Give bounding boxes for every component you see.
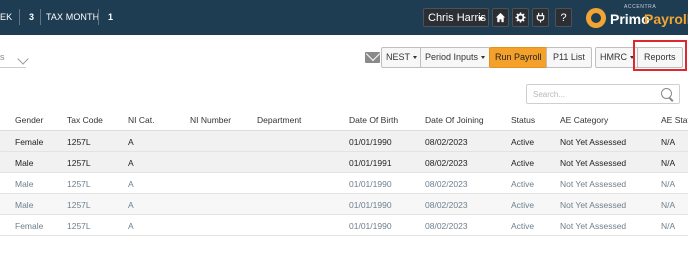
column-header-ae-category[interactable]: AE Category <box>560 115 608 125</box>
cell-ae-category: Not Yet Assessed <box>560 158 627 168</box>
caret-down-icon <box>478 17 484 21</box>
search-placeholder: Search... <box>533 90 566 99</box>
cell-ni-cat: A <box>128 221 134 231</box>
cell-ni-cat: A <box>128 200 134 210</box>
cell-gender: Female <box>15 137 44 147</box>
cell-status: Active <box>511 179 535 189</box>
search-input[interactable]: Search... <box>526 84 680 104</box>
cell-tax-code: 1257L <box>67 137 91 147</box>
cell-gender: Female <box>15 221 44 231</box>
integrations-button[interactable] <box>532 8 549 27</box>
cell-date-of-birth: 01/01/1991 <box>349 158 392 168</box>
nest-label: NEST <box>386 52 411 62</box>
divider <box>19 9 20 25</box>
week-label: EK <box>0 12 13 22</box>
cell-date-of-joining: 08/02/2023 <box>425 137 468 147</box>
search-icon[interactable] <box>661 88 672 99</box>
plug-icon <box>536 12 545 23</box>
column-header-department[interactable]: Department <box>257 115 301 125</box>
table-row[interactable]: Male 1257L A 01/01/1990 08/02/2023 Activ… <box>0 173 688 194</box>
divider <box>98 9 99 25</box>
cell-ae-status: N/A <box>661 179 676 189</box>
cell-ae-category: Not Yet Assessed <box>560 200 627 210</box>
reports-highlight-box <box>633 40 687 71</box>
cell-ae-category: Not Yet Assessed <box>560 221 627 231</box>
help-icon: ? <box>560 12 567 24</box>
company-select[interactable]: s <box>0 52 5 62</box>
tax-month-label: TAX MONTH <box>46 12 100 22</box>
cell-ni-cat: A <box>128 179 134 189</box>
cell-gender: Male <box>15 158 34 168</box>
caret-down-icon <box>413 56 418 60</box>
cell-ae-status: N/A <box>661 137 676 147</box>
home-icon <box>495 12 506 23</box>
column-header-ae-status[interactable]: AE Stat <box>661 115 688 125</box>
nest-button[interactable]: NEST <box>381 47 423 68</box>
table-row[interactable]: Female 1257L A 01/01/1990 08/02/2023 Act… <box>0 131 688 152</box>
user-menu-button[interactable]: Chris Harris <box>423 8 489 27</box>
cell-tax-code: 1257L <box>67 221 91 231</box>
settings-button[interactable] <box>512 8 529 27</box>
cell-tax-code: 1257L <box>67 200 91 210</box>
cell-ae-status: N/A <box>661 200 676 210</box>
cell-status: Active <box>511 137 535 147</box>
gear-icon <box>515 12 526 23</box>
logo-mark-icon <box>586 8 606 28</box>
cell-status: Active <box>511 200 535 210</box>
caret-down-icon <box>481 56 486 60</box>
cell-status: Active <box>511 221 535 231</box>
company-select-value: s <box>0 52 5 62</box>
envelope-icon[interactable] <box>365 52 380 63</box>
cell-date-of-joining: 08/02/2023 <box>425 200 468 210</box>
top-bar: EK 3 TAX MONTH 1 Chris Harris ? ACCENTRA… <box>0 0 688 35</box>
cell-ni-cat: A <box>128 158 134 168</box>
cell-status: Active <box>511 158 535 168</box>
table-row[interactable]: Male 1257L A 01/01/1990 08/02/2023 Activ… <box>0 194 688 215</box>
column-header-date-of-joining[interactable]: Date Of Joining <box>425 115 484 125</box>
table-header: Gender Tax Code NI Cat. NI Number Depart… <box>0 111 688 131</box>
cell-ae-category: Not Yet Assessed <box>560 179 627 189</box>
run-payroll-button[interactable]: Run Payroll <box>489 47 548 68</box>
logo: ACCENTRA Primo Payroll <box>586 3 688 33</box>
cell-date-of-joining: 08/02/2023 <box>425 179 468 189</box>
column-header-ni-number[interactable]: NI Number <box>190 115 231 125</box>
divider <box>40 9 41 25</box>
select-underline <box>0 67 26 68</box>
p11-list-label: P11 List <box>553 52 585 62</box>
cell-gender: Male <box>15 200 34 210</box>
cell-date-of-birth: 01/01/1990 <box>349 137 392 147</box>
cell-date-of-birth: 01/01/1990 <box>349 221 392 231</box>
cell-ae-category: Not Yet Assessed <box>560 137 627 147</box>
cell-date-of-birth: 01/01/1990 <box>349 179 392 189</box>
cell-tax-code: 1257L <box>67 179 91 189</box>
cell-tax-code: 1257L <box>67 158 91 168</box>
run-payroll-label: Run Payroll <box>495 52 542 62</box>
home-button[interactable] <box>492 8 509 27</box>
column-header-status[interactable]: Status <box>511 115 535 125</box>
cell-date-of-joining: 08/02/2023 <box>425 221 468 231</box>
cell-ae-status: N/A <box>661 221 676 231</box>
column-header-gender[interactable]: Gender <box>15 115 43 125</box>
period-inputs-button[interactable]: Period Inputs <box>420 47 491 68</box>
table-row[interactable]: Female 1257L A 01/01/1990 08/02/2023 Act… <box>0 215 688 236</box>
column-header-date-of-birth[interactable]: Date Of Birth <box>349 115 398 125</box>
cell-gender: Male <box>15 179 34 189</box>
cell-ae-status: N/A <box>661 158 676 168</box>
p11-list-button[interactable]: P11 List <box>546 47 592 68</box>
cell-ni-cat: A <box>128 137 134 147</box>
cell-date-of-joining: 08/02/2023 <box>425 158 468 168</box>
week-value: 3 <box>29 12 35 22</box>
column-header-tax-code[interactable]: Tax Code <box>67 115 103 125</box>
table-row[interactable]: Male 1257L A 01/01/1991 08/02/2023 Activ… <box>0 152 688 173</box>
period-inputs-label: Period Inputs <box>425 52 479 62</box>
logo-secondary-text: Payroll <box>644 11 688 27</box>
help-button[interactable]: ? <box>555 8 572 27</box>
hmrc-label: HMRC <box>600 52 627 62</box>
logo-company: ACCENTRA <box>624 4 657 10</box>
column-header-ni-cat[interactable]: NI Cat. <box>128 115 154 125</box>
cell-date-of-birth: 01/01/1990 <box>349 200 392 210</box>
tax-month-value: 1 <box>108 12 114 22</box>
